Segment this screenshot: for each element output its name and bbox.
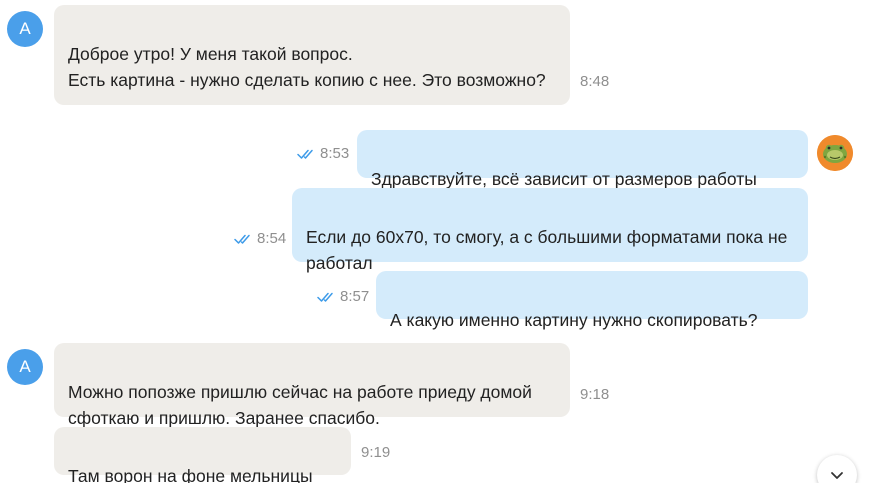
- own-avatar[interactable]: [817, 135, 853, 171]
- message-time: 8:54: [234, 230, 286, 247]
- message-time: 9:19: [361, 444, 391, 461]
- message-text: Здравствуйте, всё зависит от размеров ра…: [371, 169, 757, 189]
- scroll-to-bottom-button[interactable]: [817, 455, 857, 483]
- chevron-down-icon: [831, 472, 843, 479]
- message-text: Там ворон на фоне мельницы: [68, 466, 313, 483]
- message-time: 9:18: [580, 386, 610, 403]
- avatar-letter: A: [19, 19, 31, 38]
- double-check-icon: [297, 149, 313, 159]
- message-text: Если до 60х70, то смогу, а с большими фо…: [306, 227, 788, 273]
- contact-avatar[interactable]: A: [7, 349, 43, 385]
- message-text: Доброе утро! У меня такой вопрос. Есть к…: [68, 44, 546, 90]
- message-bubble-outgoing[interactable]: А какую именно картину нужно скопировать…: [376, 271, 808, 330]
- message-bubble-outgoing[interactable]: Если до 60х70, то смогу, а с большими фо…: [292, 188, 808, 273]
- double-check-icon: [317, 292, 333, 302]
- message-time: 8:48: [580, 73, 610, 90]
- frog-avatar-icon: [817, 135, 853, 171]
- chat-window: A Доброе утро! У меня такой вопрос. Есть…: [0, 0, 870, 483]
- message-bubble-outgoing[interactable]: Здравствуйте, всё зависит от размеров ра…: [357, 130, 808, 189]
- contact-avatar[interactable]: A: [7, 11, 43, 47]
- message-time: 8:57: [317, 288, 369, 305]
- message-bubble-incoming[interactable]: Там ворон на фоне мельницы: [54, 427, 351, 483]
- message-bubble-incoming[interactable]: Доброе утро! У меня такой вопрос. Есть к…: [54, 5, 570, 105]
- double-check-icon: [234, 234, 250, 244]
- message-time: 8:53: [297, 145, 349, 162]
- message-text: Можно попозже пришлю сейчас на работе пр…: [68, 382, 532, 428]
- message-bubble-incoming[interactable]: Можно попозже пришлю сейчас на работе пр…: [54, 343, 570, 428]
- message-text: А какую именно картину нужно скопировать…: [390, 310, 758, 330]
- avatar-letter: A: [19, 357, 31, 376]
